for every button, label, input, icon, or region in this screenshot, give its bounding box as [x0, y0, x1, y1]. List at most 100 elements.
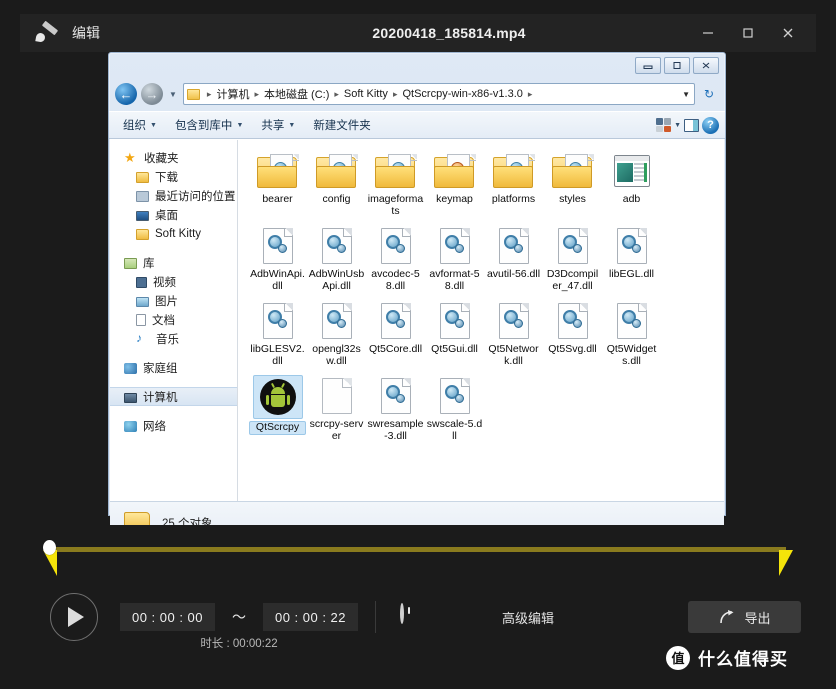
maximize-icon[interactable]: [728, 14, 768, 52]
watermark-text: 什么值得买: [698, 650, 788, 669]
file-item[interactable]: scrcpy-server: [307, 375, 366, 442]
speed-icon[interactable]: [400, 603, 418, 625]
explorer-minimize-icon[interactable]: [635, 57, 661, 74]
close-icon[interactable]: [768, 14, 808, 52]
file-item[interactable]: platforms: [484, 150, 543, 217]
dll-icon: [255, 301, 301, 341]
application-icon: [609, 151, 655, 191]
file-list[interactable]: bearer config imageformats keymap platfo…: [238, 140, 724, 501]
file-item[interactable]: AdbWinApi.dll: [248, 225, 307, 292]
file-item[interactable]: avutil-56.dll: [484, 225, 543, 292]
explorer-close-icon[interactable]: [693, 57, 719, 74]
file-item[interactable]: avformat-58.dll: [425, 225, 484, 292]
chevron-down-icon[interactable]: ▼: [682, 90, 690, 99]
explorer-maximize-icon[interactable]: [664, 57, 690, 74]
dll-icon: [491, 301, 537, 341]
dll-icon: [432, 301, 478, 341]
file-item[interactable]: Qt5Widgets.dll: [602, 300, 661, 367]
minimize-icon[interactable]: [688, 14, 728, 52]
file-item[interactable]: AdbWinUsbApi.dll: [307, 225, 366, 292]
address-bar[interactable]: ▸ 计算机 ▸ 本地磁盘 (C:) ▸ Soft Kitty ▸ QtScrcp…: [182, 83, 695, 105]
back-icon[interactable]: ←: [115, 83, 137, 105]
file-item[interactable]: libEGL.dll: [602, 225, 661, 292]
file-name: libEGL.dll: [609, 268, 654, 280]
folder-icon: [373, 151, 419, 191]
explorer-nav-bar: ← → ▼ ▸ 计算机 ▸ 本地磁盘 (C:) ▸ Soft Kitty ▸ Q…: [109, 81, 725, 111]
export-button[interactable]: 导出: [688, 601, 801, 633]
chevron-down-icon[interactable]: ▼: [674, 122, 681, 129]
sidebar-item-videos[interactable]: 视频: [110, 272, 237, 291]
help-icon[interactable]: ?: [702, 116, 719, 134]
file-item[interactable]: config: [307, 150, 366, 217]
dll-icon: [609, 226, 655, 266]
file-item[interactable]: Qt5Gui.dll: [425, 300, 484, 367]
file-item[interactable]: imageformats: [366, 150, 425, 217]
file-item[interactable]: adb: [602, 150, 661, 217]
breadcrumb-item-qtscrcpy[interactable]: QtScrcpy-win-x86-v1.3.0: [401, 88, 523, 100]
dll-icon: [373, 301, 419, 341]
playhead-handle[interactable]: [43, 540, 56, 555]
sidebar-item-recent-places[interactable]: 最近访问的位置: [110, 186, 237, 205]
folder-icon: [255, 151, 301, 191]
sidebar-item-favorites[interactable]: ★ 收藏夹: [110, 148, 237, 167]
sidebar-item-network[interactable]: 网络: [110, 416, 237, 435]
file-item[interactable]: keymap: [425, 150, 484, 217]
sidebar-item-computer[interactable]: 计算机: [110, 387, 237, 406]
file-item[interactable]: styles: [543, 150, 602, 217]
timeline[interactable]: [20, 525, 816, 583]
file-item[interactable]: opengl32sw.dll: [307, 300, 366, 367]
file-item[interactable]: Qt5Core.dll: [366, 300, 425, 367]
end-time-field[interactable]: 00 : 00 : 22: [263, 603, 358, 631]
file-item[interactable]: avcodec-58.dll: [366, 225, 425, 292]
sidebar-item-documents[interactable]: 文档: [110, 310, 237, 329]
play-button[interactable]: [50, 593, 98, 641]
timeline-track[interactable]: [48, 547, 786, 552]
advanced-edit-label[interactable]: 高级编辑: [502, 608, 554, 627]
forward-icon[interactable]: →: [141, 83, 163, 105]
sidebar-item-homegroup[interactable]: 家庭组: [110, 358, 237, 377]
file-name: avformat-58.dll: [429, 268, 480, 292]
file-item-selected[interactable]: QtScrcpy: [248, 375, 307, 442]
file-item[interactable]: D3Dcompiler_47.dll: [543, 225, 602, 292]
sidebar-item-pictures[interactable]: 图片: [110, 291, 237, 310]
editor-window: 编辑 20200418_185814.mp4 ← → ▼ ▸ 计算机 ▸ 本地磁…: [0, 0, 836, 689]
watermark-drop-icon[interactable]: [440, 605, 458, 625]
sidebar-item-downloads[interactable]: 下载: [110, 167, 237, 186]
sidebar-item-desktop[interactable]: 桌面: [110, 205, 237, 224]
watermark-badge-icon: 值: [666, 645, 690, 670]
file-item[interactable]: Qt5Svg.dll: [543, 300, 602, 367]
file-item[interactable]: swresample-3.dll: [366, 375, 425, 442]
start-time-field[interactable]: 00 : 00 : 00: [120, 603, 215, 631]
toolbar-include-in-library[interactable]: 包含到库中 ▼: [167, 114, 251, 136]
change-view-icon[interactable]: [656, 118, 672, 132]
file-name: styles: [559, 193, 586, 205]
film-strip-icon[interactable]: [480, 605, 498, 625]
refresh-icon[interactable]: ↻: [699, 84, 719, 104]
navigation-pane: ★ 收藏夹 下载 最近访问的位置 桌面 Soft Kitty 库 视频 图片 文…: [110, 140, 238, 501]
file-item[interactable]: bearer: [248, 150, 307, 217]
breadcrumb-item-drive[interactable]: 本地磁盘 (C:): [263, 86, 330, 102]
edit-menu-label[interactable]: 编辑: [72, 23, 100, 43]
toolbar-share[interactable]: 共享 ▼: [253, 114, 303, 136]
breadcrumb-item-computer[interactable]: 计算机: [215, 86, 250, 102]
history-dropdown-icon[interactable]: ▼: [169, 90, 177, 99]
breadcrumb-item-softkitty[interactable]: Soft Kitty: [343, 88, 389, 100]
file-item[interactable]: libGLESV2.dll: [248, 300, 307, 367]
file-name: swscale-5.dll: [426, 418, 483, 442]
sidebar-item-soft-kitty[interactable]: Soft Kitty: [110, 224, 237, 243]
dll-icon: [255, 226, 301, 266]
preview-pane-icon[interactable]: [684, 118, 699, 132]
file-name: Qt5Svg.dll: [548, 343, 597, 355]
sidebar-label: 最近访问的位置: [155, 190, 236, 203]
toolbar-new-folder[interactable]: 新建文件夹: [305, 114, 379, 136]
sidebar-item-libraries[interactable]: 库: [110, 253, 237, 272]
file-item[interactable]: swscale-5.dll: [425, 375, 484, 442]
toolbar-organize[interactable]: 组织 ▼: [115, 114, 165, 136]
sidebar-label: 网络: [143, 420, 166, 433]
breadcrumb-separator: ▸: [334, 88, 339, 99]
sidebar-item-music[interactable]: ♪ 音乐: [110, 329, 237, 348]
file-item[interactable]: Qt5Network.dll: [484, 300, 543, 367]
trim-marker-right[interactable]: [779, 550, 793, 576]
